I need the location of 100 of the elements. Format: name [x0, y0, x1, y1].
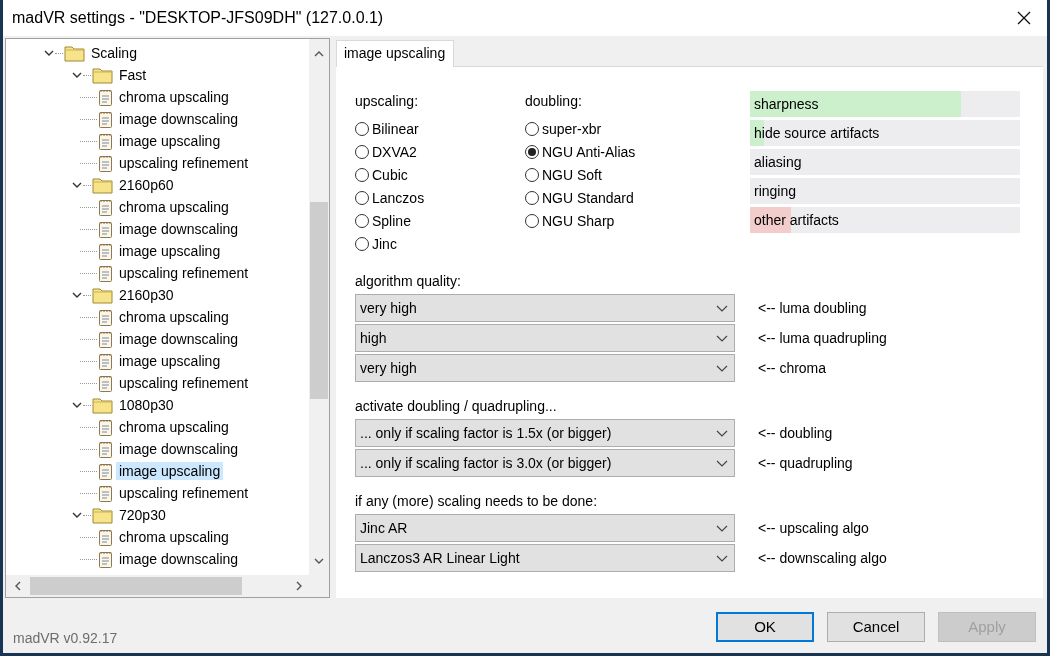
tree-item[interactable]: image downscaling [116, 550, 242, 568]
notepad-icon [98, 351, 113, 371]
caret-icon [716, 304, 728, 312]
tree-item[interactable]: upscaling refinement [116, 374, 252, 392]
chevron-down-icon[interactable] [72, 291, 82, 299]
caret-icon [716, 429, 728, 437]
tree-item[interactable]: image downscaling [116, 440, 242, 458]
close-icon[interactable] [1016, 10, 1032, 26]
meter-label: aliasing [753, 154, 802, 170]
tree-item[interactable]: upscaling refinement [116, 484, 252, 502]
chevron-down-icon[interactable] [72, 401, 82, 409]
notepad-icon [98, 109, 113, 129]
tree-item[interactable]: Scaling [88, 44, 140, 62]
dropdown[interactable]: very high [355, 354, 735, 382]
meter-label: ringing [753, 183, 797, 199]
tree-item[interactable]: chroma upscaling [116, 198, 232, 216]
tree-item[interactable]: chroma upscaling [116, 88, 232, 106]
dropdown-note: <-- doubling [758, 425, 833, 441]
chevron-down-icon[interactable] [72, 71, 82, 79]
notepad-icon [98, 241, 113, 261]
notepad-icon [98, 307, 113, 327]
notepad-icon [98, 461, 113, 481]
folder-icon [92, 66, 113, 84]
dropdown[interactable]: Jinc AR [355, 514, 735, 542]
tree-item[interactable]: image upscaling [116, 462, 224, 480]
group-label: doubling: [525, 93, 583, 109]
meter-label: other artifacts [753, 212, 839, 228]
caret-icon [716, 364, 728, 372]
tree-item[interactable]: chroma upscaling [116, 528, 232, 546]
folder-icon [92, 176, 113, 194]
scroll-up-icon[interactable] [314, 50, 324, 57]
tree-item[interactable]: upscaling refinement [116, 264, 252, 282]
tree-item[interactable]: image upscaling [116, 242, 224, 260]
section-label: algorithm quality: [355, 272, 462, 291]
scrollbar-thumb[interactable] [30, 577, 242, 595]
group-label: upscaling: [355, 93, 420, 109]
dialog-button[interactable]: Cancel [827, 611, 925, 642]
dropdown-note: <-- luma quadrupling [758, 330, 887, 346]
tree-item[interactable]: image upscaling [116, 132, 224, 150]
meter-label: hide source artifacts [753, 125, 880, 141]
dropdown-note: <-- luma doubling [758, 300, 867, 316]
version-label: madVR v0.92.17 [13, 629, 119, 646]
radio-button[interactable]: Lanczos [355, 186, 425, 209]
tree-item[interactable]: 2160p60 [116, 176, 177, 194]
dropdown-note: <-- downscaling algo [758, 550, 887, 566]
section-label: if any (more) scaling needs to be done: [355, 492, 599, 511]
folder-icon [64, 44, 85, 62]
tree-item[interactable]: upscaling refinement [116, 154, 252, 172]
dialog-button[interactable]: OK [716, 611, 814, 642]
radio-button[interactable]: Spline [355, 209, 411, 232]
notepad-icon [98, 87, 113, 107]
scrollbar-thumb[interactable] [310, 202, 328, 399]
tree-item[interactable]: image downscaling [116, 110, 242, 128]
tree-item[interactable]: 2160p30 [116, 286, 177, 304]
radio-button[interactable]: NGU Sharp [525, 209, 615, 232]
notepad-icon [98, 131, 113, 151]
radio-button[interactable]: Jinc [355, 232, 397, 255]
notepad-icon [98, 373, 113, 393]
caret-icon [716, 459, 728, 467]
tree-item[interactable]: image downscaling [116, 220, 242, 238]
folder-icon [92, 396, 113, 414]
radio-button[interactable]: Bilinear [355, 117, 419, 140]
caret-icon [716, 334, 728, 342]
tab[interactable]: image upscaling [336, 40, 455, 67]
folder-icon [92, 286, 113, 304]
tree-item[interactable]: chroma upscaling [116, 308, 232, 326]
notepad-icon [98, 527, 113, 547]
tree-item[interactable]: image upscaling [116, 352, 224, 370]
tree-item[interactable]: 720p30 [116, 506, 169, 524]
scroll-right-icon[interactable] [296, 581, 303, 591]
meter-label: sharpness [753, 96, 819, 112]
dropdown[interactable]: Lanczos3 AR Linear Light [355, 544, 735, 572]
dropdown[interactable]: high [355, 324, 735, 352]
chevron-down-icon[interactable] [72, 511, 82, 519]
radio-button[interactable]: NGU Soft [525, 163, 602, 186]
notepad-icon [98, 263, 113, 283]
notepad-icon [98, 483, 113, 503]
dropdown[interactable]: ... only if scaling factor is 1.5x (or bigger) [355, 419, 735, 447]
notepad-icon [98, 439, 113, 459]
chevron-down-icon[interactable] [44, 49, 54, 57]
tree-item[interactable]: Fast [116, 66, 150, 84]
dropdown[interactable]: very high [355, 294, 735, 322]
radio-button[interactable]: Cubic [355, 163, 408, 186]
caret-icon [716, 554, 728, 562]
radio-button[interactable]: DXVA2 [355, 140, 417, 163]
chevron-down-icon[interactable] [72, 181, 82, 189]
dropdown-note: <-- quadrupling [758, 455, 853, 471]
tree-item[interactable]: image downscaling [116, 330, 242, 348]
scroll-left-icon[interactable] [14, 581, 21, 591]
notepad-icon [98, 153, 113, 173]
tree-item[interactable]: chroma upscaling [116, 418, 232, 436]
radio-button[interactable]: NGU Standard [525, 186, 634, 209]
radio-button[interactable]: super-xbr [525, 117, 602, 140]
radio-button[interactable]: NGU Anti-Alias [525, 140, 636, 163]
folder-icon [92, 506, 113, 524]
notepad-icon [98, 329, 113, 349]
dropdown[interactable]: ... only if scaling factor is 3.0x (or bigger) [355, 449, 735, 477]
tree-item[interactable]: 1080p30 [116, 396, 177, 414]
scroll-down-icon[interactable] [314, 558, 324, 565]
notepad-icon [98, 417, 113, 437]
